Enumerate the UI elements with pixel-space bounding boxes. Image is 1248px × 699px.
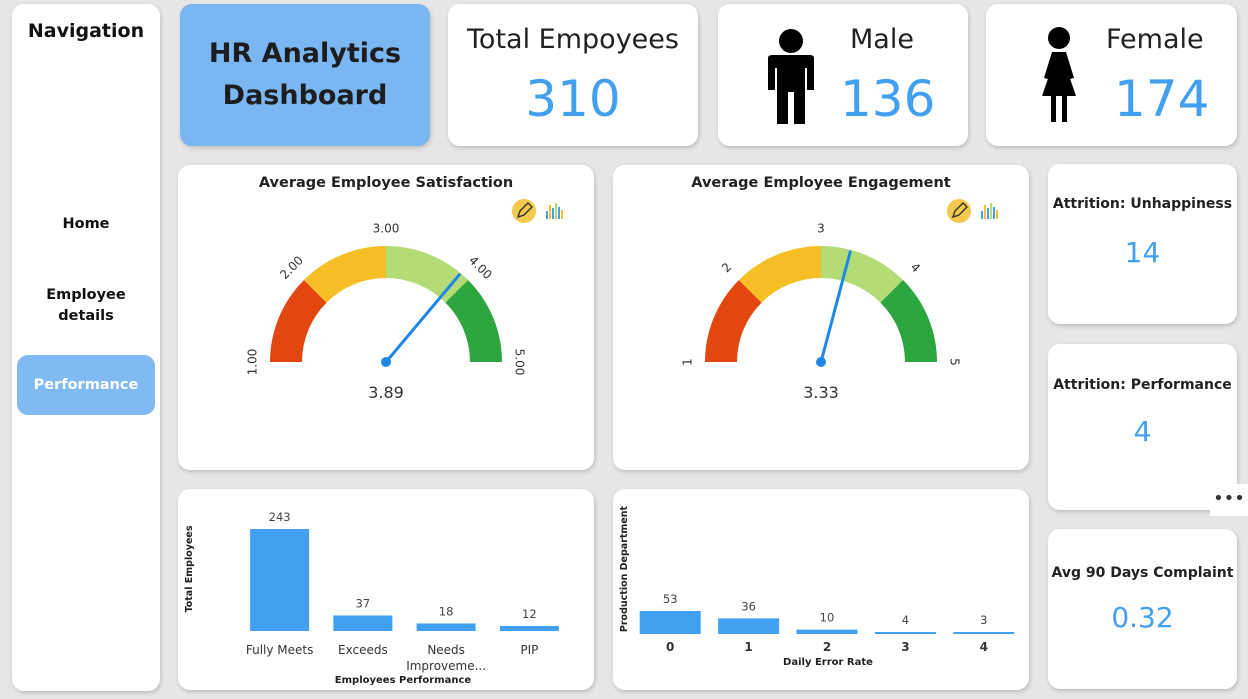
bar-data-label: 53 xyxy=(663,592,678,606)
gauge-needle-pivot xyxy=(816,357,826,367)
satisfaction-gauge: 1.00 2.00 3.00 4.00 5.00 3.89 xyxy=(246,199,563,402)
bar-chart-icon xyxy=(546,203,563,219)
bar xyxy=(953,632,1015,634)
engagement-gauge: 1 2 3 4 5 3.33 xyxy=(681,199,998,402)
bar-data-label: 37 xyxy=(356,596,371,610)
total-employees-card: Total Empoyees 310 xyxy=(448,4,698,146)
bar-data-label: 3 xyxy=(980,613,987,627)
x-tick-label: 0 xyxy=(666,640,674,654)
navigation-title: Navigation xyxy=(27,20,145,42)
male-person-icon xyxy=(768,29,814,124)
gauge-value-label: 3.33 xyxy=(803,383,839,402)
y-axis-label: Total Employees xyxy=(184,525,195,612)
gauge-tick-label: 3 xyxy=(817,222,825,236)
bar-data-label: 36 xyxy=(741,599,756,613)
satisfaction-gauge-card: Average Employee Satisfaction 1.00 2.00 3.… xyxy=(178,165,594,470)
dashboard-title-banner: HR Analytics Dashboard xyxy=(180,4,430,146)
total-employees-value: 310 xyxy=(525,70,621,128)
avg-complaint-title: Avg 90 Days Complaint xyxy=(1051,565,1234,581)
bar-data-label: 243 xyxy=(269,510,291,524)
more-options-button[interactable]: ••• xyxy=(1210,484,1248,516)
male-label: Male xyxy=(850,24,914,55)
gauge-tick-label: 5.00 xyxy=(513,349,527,376)
banner-title-line2: Dashboard xyxy=(222,80,388,111)
bar-data-label: 18 xyxy=(439,604,454,618)
navigation-panel: Navigation Home Employee details Perform… xyxy=(12,4,160,691)
male-card: Male 136 xyxy=(718,4,968,146)
gauge-tick-label: 1 xyxy=(681,358,695,366)
x-tick-label: 3 xyxy=(901,640,909,654)
gauge-tick-label: 3.00 xyxy=(373,222,400,236)
gauge-tick-label: 5 xyxy=(948,358,962,366)
gauge-tick-label: 4 xyxy=(908,260,923,275)
x-axis-label: Employees Performance xyxy=(335,675,472,686)
avg-complaint-card: Avg 90 Days Complaint 0.32 xyxy=(1048,529,1237,689)
gauge-tick-label: 2.00 xyxy=(277,253,306,282)
x-tick-label: 2 xyxy=(823,640,831,654)
error-rate-bar-chart-card: 53 0 36 1 10 2 4 3 3 4 Daily Error Rate Production … xyxy=(613,489,1029,690)
x-tick-label: 4 xyxy=(980,640,988,654)
bar-data-label: 4 xyxy=(902,613,909,627)
performance-bar-chart-card: 243 Fully Meets 37 Exceeds 18 Needs Improveme.… xyxy=(178,489,594,690)
x-tick-label: Fully Meets xyxy=(246,643,314,657)
gauge-needle xyxy=(384,273,461,364)
engagement-gauge-card: Average Employee Engagement 1 2 3 4 5 3.33 xyxy=(613,165,1029,470)
gauge-value-label: 3.89 xyxy=(368,383,404,402)
attrition-performance-card: Attrition: Performance 4 xyxy=(1048,344,1237,510)
female-person-icon xyxy=(1042,27,1076,122)
attrition-unhappiness-value: 14 xyxy=(1124,236,1161,269)
attrition-unhappiness-title: Attrition: Unhappiness xyxy=(1052,196,1233,212)
bar xyxy=(416,623,476,631)
attrition-performance-title: Attrition: Performance xyxy=(1053,377,1232,393)
bar-data-label: 10 xyxy=(820,611,835,625)
bar xyxy=(333,615,393,631)
total-employees-label: Total Empoyees xyxy=(467,24,679,55)
attrition-unhappiness-card: Attrition: Unhappiness 14 xyxy=(1048,164,1237,324)
female-label: Female xyxy=(1106,24,1204,55)
gauge-needle-pivot xyxy=(381,357,391,367)
bar xyxy=(499,625,559,631)
bar xyxy=(718,618,780,634)
female-card: Female 174 xyxy=(986,4,1237,146)
y-axis-label: Production Department xyxy=(619,505,630,632)
x-tick-label: Needs xyxy=(427,643,465,657)
avg-complaint-value: 0.32 xyxy=(1111,601,1174,634)
nav-item-home[interactable]: Home xyxy=(17,214,155,235)
nav-item-employee-details[interactable]: Employee details xyxy=(17,285,155,327)
x-tick-label: PIP xyxy=(520,643,538,657)
x-tick-label: Exceeds xyxy=(338,643,388,657)
error-rate-bar-chart: 53 0 36 1 10 2 4 3 3 4 Daily Error Rate Production … xyxy=(619,505,1015,668)
bar-chart-icon xyxy=(981,203,998,219)
bar xyxy=(874,632,936,634)
gauge-tick-label: 1.00 xyxy=(246,349,260,376)
gauge-tick-label: 2 xyxy=(719,260,734,275)
attrition-performance-value: 4 xyxy=(1133,415,1152,448)
bar xyxy=(250,529,310,631)
bar xyxy=(639,611,701,634)
x-tick-label: Improveme... xyxy=(406,659,486,673)
nav-item-performance[interactable]: Performance xyxy=(17,355,155,415)
pencil-icon xyxy=(512,199,536,223)
male-value: 136 xyxy=(840,70,936,128)
gauge-tick-label: 4.00 xyxy=(466,253,495,282)
banner-title-line1: HR Analytics xyxy=(208,38,402,69)
pencil-icon xyxy=(947,199,971,223)
female-value: 174 xyxy=(1114,70,1210,128)
bar xyxy=(796,629,858,634)
performance-bar-chart: 243 Fully Meets 37 Exceeds 18 Needs Improveme.… xyxy=(184,510,559,686)
x-axis-label: Daily Error Rate xyxy=(783,657,873,668)
bar-data-label: 12 xyxy=(522,607,537,621)
x-tick-label: 1 xyxy=(744,640,752,654)
